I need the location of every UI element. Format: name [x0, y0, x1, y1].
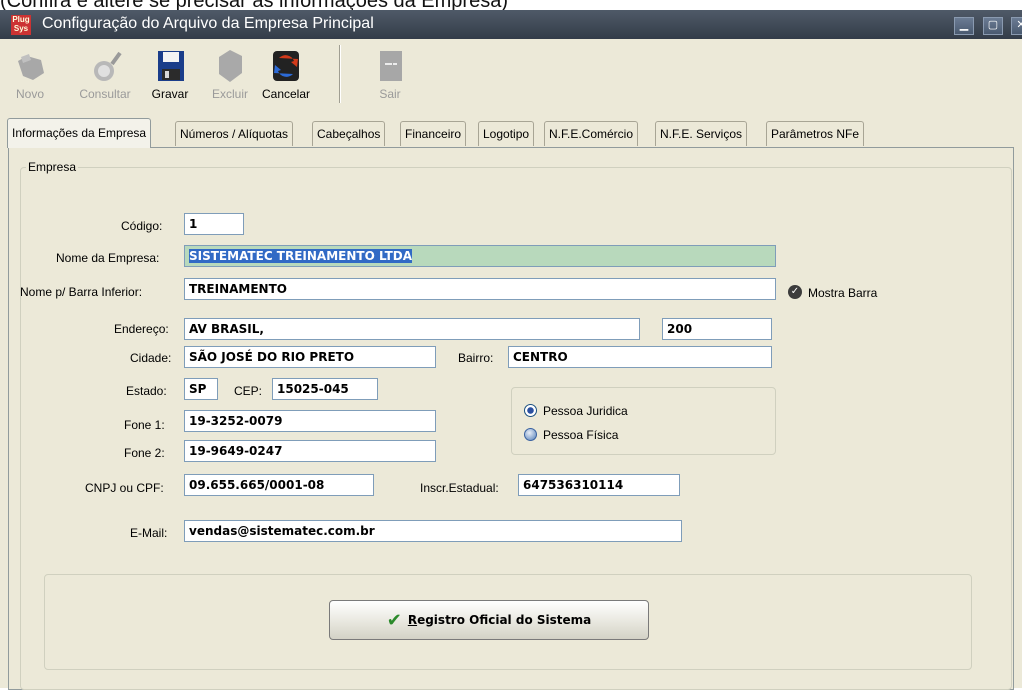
inscr-estadual-label: Inscr.Estadual:: [420, 481, 499, 495]
endereco-label: Endereço:: [114, 322, 169, 336]
tab-parametros-nfe[interactable]: Parâmetros NFe: [766, 121, 865, 146]
cnpj-field[interactable]: 09.655.665/0001-08: [184, 474, 374, 496]
excluir-button[interactable]: Excluir: [208, 47, 252, 101]
barra-inferior-label: Nome p/ Barra Inferior:: [20, 285, 143, 299]
nome-empresa-label: Nome da Empresa:: [56, 251, 160, 265]
toolbar-separator: [339, 45, 341, 103]
cancelar-button[interactable]: Cancelar: [258, 47, 314, 101]
estado-field[interactable]: SP: [184, 378, 218, 400]
sair-button[interactable]: Sair: [366, 47, 414, 101]
search-icon: [94, 51, 122, 81]
checkmark-icon: ✔: [386, 609, 402, 631]
tab-nfe-servicos[interactable]: N.F.E. Serviços: [655, 121, 748, 146]
tipo-pessoa-group: [511, 387, 776, 455]
empresa-group-label: Empresa: [26, 160, 79, 174]
cancel-refresh-icon: [273, 51, 299, 81]
bairro-field[interactable]: CENTRO: [508, 346, 772, 368]
nome-empresa-field[interactable]: SISTEMATEC TREINAMENTO LTDA: [184, 245, 776, 267]
codigo-label: Código:: [121, 219, 163, 233]
title-bar: Plug Sys Configuração do Arquivo da Empr…: [0, 10, 1022, 39]
estado-label: Estado:: [126, 384, 167, 398]
window-title: Configuração do Arquivo da Empresa Princ…: [42, 15, 374, 32]
tab-logotipo[interactable]: Logotipo: [478, 121, 535, 146]
delete-icon: [219, 50, 242, 82]
codigo-field[interactable]: 1: [184, 213, 244, 235]
pessoa-fisica-radio[interactable]: [524, 428, 537, 441]
tab-nfe-comercio[interactable]: N.F.E.Comércio: [544, 121, 639, 146]
tab-numeros-aliquotas[interactable]: Números / Alíquotas: [175, 121, 294, 146]
pessoa-fisica-label: Pessoa Física: [543, 428, 619, 442]
exit-icon: [380, 51, 402, 81]
mostra-barra-checkbox[interactable]: ✓: [788, 285, 802, 299]
cidade-field[interactable]: SÃO JOSÉ DO RIO PRETO: [184, 346, 436, 368]
excluir-label: Excluir: [211, 87, 248, 101]
hand-icon: [18, 54, 44, 80]
toolbar: Novo Consultar Gravar Excluir Cancelar S…: [0, 39, 1022, 109]
maximize-button[interactable]: ▢: [983, 17, 1003, 35]
bairro-label: Bairro:: [458, 351, 494, 365]
pessoa-juridica-radio[interactable]: [524, 404, 537, 417]
fone2-label: Fone 2:: [124, 446, 165, 460]
registro-oficial-button[interactable]: ✔ Registro Oficial do Sistema: [329, 600, 649, 640]
mostra-barra-label: Mostra Barra: [808, 286, 878, 300]
save-disk-icon: [158, 51, 184, 81]
consultar-button[interactable]: Consultar: [74, 47, 136, 101]
cnpj-label: CNPJ ou CPF:: [85, 481, 164, 495]
inscr-estadual-field[interactable]: 647536310114: [518, 474, 680, 496]
tab-strip: Informações da Empresa Números / Alíquot…: [0, 117, 1022, 149]
registro-label: egistro Oficial do Sistema: [417, 613, 592, 627]
gravar-label: Gravar: [151, 87, 189, 101]
endereco-field[interactable]: AV BRASIL,: [184, 318, 640, 340]
pessoa-juridica-label: Pessoa Juridica: [543, 404, 628, 418]
cancelar-label: Cancelar: [261, 87, 311, 101]
gravar-button[interactable]: Gravar: [146, 47, 194, 101]
sair-label: Sair: [379, 87, 401, 101]
novo-button[interactable]: Novo: [8, 47, 52, 101]
fone2-field[interactable]: 19-9649-0247: [184, 440, 436, 462]
cep-label: CEP:: [234, 384, 263, 398]
minimize-button[interactable]: ▁: [954, 17, 974, 35]
app-icon: Plug Sys: [11, 15, 31, 35]
numero-field[interactable]: 200: [662, 318, 772, 340]
fone1-field[interactable]: 19-3252-0079: [184, 410, 436, 432]
nome-empresa-value: SISTEMATEC TREINAMENTO LTDA: [189, 249, 413, 263]
barra-inferior-field[interactable]: TREINAMENTO: [184, 278, 776, 300]
consultar-label: Consultar: [79, 87, 131, 101]
novo-label: Novo: [15, 87, 44, 101]
close-button[interactable]: ✕: [1011, 17, 1022, 35]
tab-financeiro[interactable]: Financeiro: [400, 121, 467, 146]
tab-cabecalhos[interactable]: Cabeçalhos: [312, 121, 386, 146]
fone1-label: Fone 1:: [124, 418, 165, 432]
registro-accel: R: [407, 613, 418, 627]
email-label: E-Mail:: [130, 526, 168, 540]
tab-informacoes-empresa[interactable]: Informações da Empresa: [7, 118, 152, 148]
cidade-label: Cidade:: [130, 351, 172, 365]
email-field[interactable]: vendas@sistematec.com.br: [184, 520, 682, 542]
cep-field[interactable]: 15025-045: [272, 378, 378, 400]
